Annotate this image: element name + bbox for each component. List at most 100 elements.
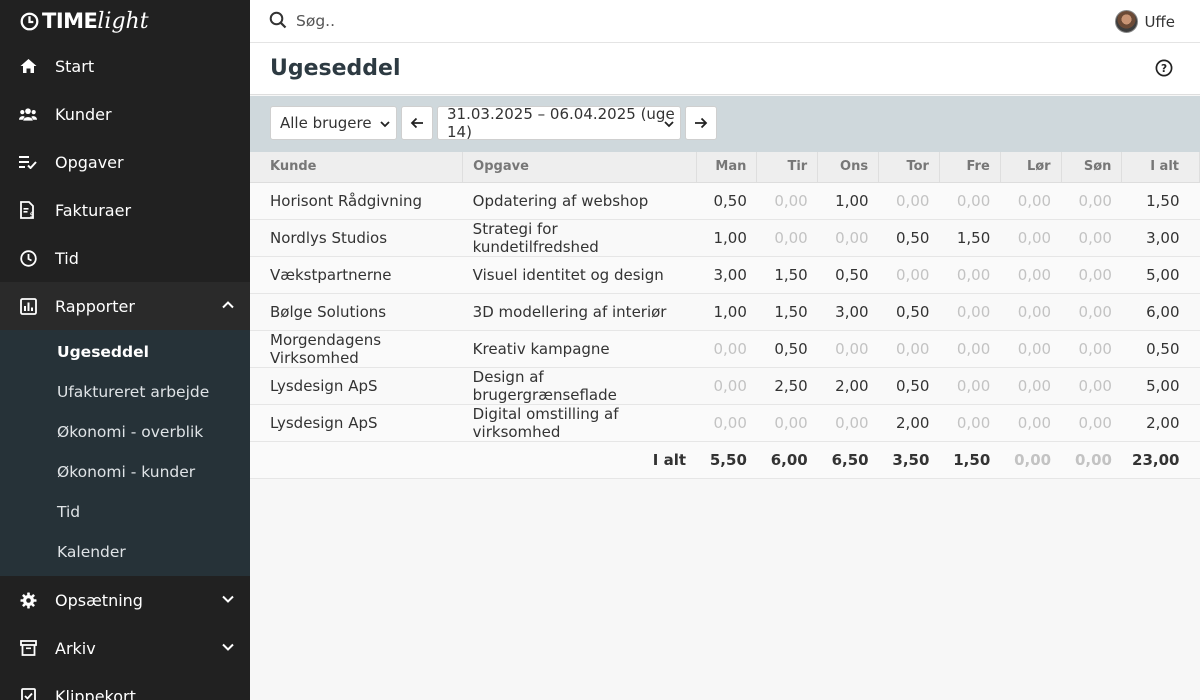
cell-ons: 0,00 bbox=[817, 404, 879, 442]
column-header-son[interactable]: Søn bbox=[1061, 152, 1123, 183]
previous-week-button[interactable] bbox=[401, 106, 433, 140]
cell-fre: 0,00 bbox=[939, 256, 1001, 294]
sidebar-item-label: Opsætning bbox=[55, 590, 143, 610]
sidebar-subitem-okonomi-kunder[interactable]: Økonomi - kunder bbox=[0, 452, 250, 492]
column-header-tir[interactable]: Tir bbox=[756, 152, 819, 183]
week-select[interactable]: 31.03.2025 – 06.04.2025 (uge 14) bbox=[437, 105, 681, 141]
sidebar-subitem-ufaktureret-arbejde[interactable]: Ufaktureret arbejde bbox=[0, 372, 250, 412]
cell-opgave: Strategi for kundetilfredshed bbox=[462, 219, 697, 257]
chevron-down-icon bbox=[380, 121, 390, 128]
cell-lor: 0,00 bbox=[1000, 256, 1062, 294]
archive-icon bbox=[19, 639, 37, 657]
gear-icon bbox=[19, 591, 37, 609]
column-header-lor[interactable]: Lør bbox=[1000, 152, 1062, 183]
sidebar-item-fakturaer[interactable]: $ Fakturaer bbox=[0, 186, 250, 234]
user-menu[interactable]: Uffe bbox=[1115, 10, 1175, 33]
cell-tir: 1,50 bbox=[756, 293, 818, 331]
table-row[interactable]: Bølge Solutions 3D modellering af interiø… bbox=[250, 293, 1200, 331]
page-title: Ugeseddel bbox=[270, 56, 401, 81]
cell-fre: 0,00 bbox=[939, 182, 1001, 220]
total-spacer bbox=[250, 441, 463, 479]
cell-tor: 0,00 bbox=[878, 256, 940, 294]
cell-son: 0,00 bbox=[1061, 367, 1122, 405]
user-filter-value: Alle brugere bbox=[280, 114, 372, 132]
cell-i-alt: 5,00 bbox=[1121, 256, 1200, 294]
cell-lor: 0,00 bbox=[1000, 367, 1062, 405]
app-logo[interactable]: TIME light bbox=[0, 0, 250, 42]
sidebar-subitem-ugeseddel[interactable]: Ugeseddel bbox=[0, 332, 250, 372]
sidebar-item-opsaetning[interactable]: Opsætning bbox=[0, 576, 250, 624]
user-name: Uffe bbox=[1144, 12, 1175, 31]
help-icon[interactable]: ? bbox=[1155, 59, 1173, 77]
total-i-alt: 23,00 bbox=[1121, 441, 1200, 479]
cell-tir: 0,00 bbox=[756, 219, 818, 257]
arrow-left-icon bbox=[410, 117, 423, 129]
cell-son: 0,00 bbox=[1061, 330, 1122, 368]
search-input[interactable] bbox=[296, 9, 796, 33]
sidebar-subitem-kalender[interactable]: Kalender bbox=[0, 532, 250, 572]
svg-text:$: $ bbox=[30, 211, 34, 219]
cell-i-alt: 3,00 bbox=[1121, 219, 1200, 257]
cell-tor: 0,00 bbox=[878, 330, 940, 368]
sidebar-item-arkiv[interactable]: Arkiv bbox=[0, 624, 250, 672]
table-row[interactable]: Horisont Rådgivning Opdatering af webshop… bbox=[250, 182, 1200, 220]
cell-man: 0,00 bbox=[696, 404, 757, 442]
table-row[interactable]: Nordlys Studios Strategi for kundetilfred… bbox=[250, 219, 1200, 257]
cell-lor: 0,00 bbox=[1000, 219, 1062, 257]
cell-tir: 0,00 bbox=[756, 404, 818, 442]
sidebar-item-tid[interactable]: Tid bbox=[0, 234, 250, 282]
cell-tor: 2,00 bbox=[878, 404, 940, 442]
table-row[interactable]: Lysdesign ApS Design af brugergrænseflade… bbox=[250, 367, 1200, 405]
sidebar-item-kunder[interactable]: Kunder bbox=[0, 90, 250, 138]
cell-tir: 0,00 bbox=[756, 182, 818, 220]
cell-lor: 0,00 bbox=[1000, 404, 1062, 442]
column-header-ons[interactable]: Ons bbox=[817, 152, 880, 183]
column-header-tor[interactable]: Tor bbox=[878, 152, 940, 183]
table-row[interactable]: Morgendagens Virksomhed Kreativ kampagne 0… bbox=[250, 330, 1200, 368]
cell-ons: 0,50 bbox=[817, 256, 879, 294]
logo-text-light: light bbox=[97, 8, 149, 34]
total-man: 5,50 bbox=[696, 441, 757, 479]
chevron-down-icon bbox=[222, 595, 234, 603]
total-label: I alt bbox=[462, 441, 697, 479]
table-row[interactable]: Vækstpartnerne Visuel identitet og design… bbox=[250, 256, 1200, 294]
cell-opgave: Design af brugergrænseflade bbox=[462, 367, 697, 405]
cell-kunde: Bølge Solutions bbox=[250, 293, 463, 331]
column-header-man[interactable]: Man bbox=[696, 152, 758, 183]
cell-tor: 0,00 bbox=[878, 182, 940, 220]
sidebar-item-label: Fakturaer bbox=[55, 200, 132, 220]
chevron-up-icon bbox=[222, 301, 234, 309]
cell-opgave: Kreativ kampagne bbox=[462, 330, 697, 368]
sidebar-item-label: Arkiv bbox=[55, 638, 96, 658]
sidebar-item-rapporter[interactable]: Rapporter bbox=[0, 282, 250, 330]
total-tir: 6,00 bbox=[756, 441, 818, 479]
table-row[interactable]: Lysdesign ApS Digital omstilling af virks… bbox=[250, 404, 1200, 442]
cell-man: 1,00 bbox=[696, 293, 757, 331]
sidebar-subitem-tid[interactable]: Tid bbox=[0, 492, 250, 532]
cell-kunde: Vækstpartnerne bbox=[250, 256, 463, 294]
cell-son: 0,00 bbox=[1061, 256, 1122, 294]
cell-fre: 0,00 bbox=[939, 330, 1001, 368]
sidebar-item-klippekort[interactable]: Klippekort bbox=[0, 672, 250, 700]
table-header-row: Kunde Opgave Man Tir Ons Tor Fre Lør Søn… bbox=[250, 152, 1200, 183]
sidebar-item-start[interactable]: Start bbox=[0, 42, 250, 90]
column-header-kunde[interactable]: Kunde bbox=[250, 152, 464, 183]
user-filter-select[interactable]: Alle brugere bbox=[270, 106, 397, 140]
next-week-button[interactable] bbox=[685, 106, 717, 140]
column-header-opgave[interactable]: Opgave bbox=[462, 152, 697, 183]
cell-kunde: Lysdesign ApS bbox=[250, 404, 463, 442]
column-header-fre[interactable]: Fre bbox=[939, 152, 1001, 183]
cell-son: 0,00 bbox=[1061, 293, 1122, 331]
total-fre: 1,50 bbox=[939, 441, 1001, 479]
sidebar-item-label: Start bbox=[55, 56, 95, 76]
total-lor: 0,00 bbox=[1000, 441, 1062, 479]
total-ons: 6,50 bbox=[817, 441, 879, 479]
column-header-i-alt[interactable]: I alt bbox=[1121, 152, 1200, 183]
sidebar-item-opgaver[interactable]: Opgaver bbox=[0, 138, 250, 186]
page-header: Ugeseddel ? bbox=[250, 43, 1200, 95]
cell-i-alt: 1,50 bbox=[1121, 182, 1200, 220]
invoice-icon: $ bbox=[19, 201, 37, 219]
chart-icon bbox=[19, 297, 37, 315]
sidebar-subitem-okonomi-overblik[interactable]: Økonomi - overblik bbox=[0, 412, 250, 452]
clock-icon bbox=[19, 249, 37, 267]
